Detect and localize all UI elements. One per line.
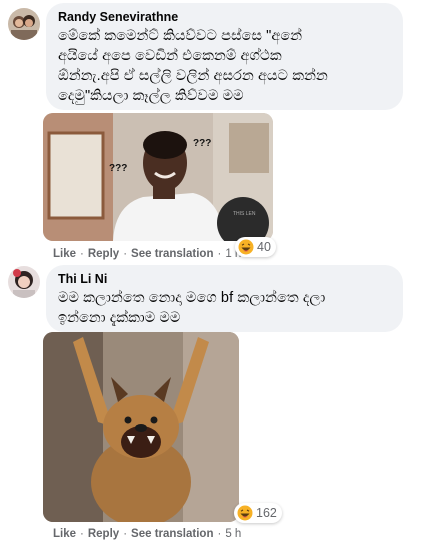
avatar[interactable] bbox=[8, 266, 40, 298]
comment-line: ඕන්නැ.අපි ඒ සල්ලි වලින් අසරන අයට කන්න bbox=[58, 68, 328, 84]
reply-link[interactable]: Reply bbox=[88, 248, 119, 260]
reaction-number: 162 bbox=[256, 506, 277, 520]
comment-image[interactable]: ??? ??? THIS LEN bbox=[43, 113, 273, 241]
comment-actions: Like · Reply · See translation · 5 h bbox=[53, 528, 242, 540]
comment-thi-li-ni: Thi Li Ni මම කලාන්තෙ නොදා මගෙ bf කලාන්තෙ… bbox=[0, 265, 433, 545]
comment-line: දෙමු"කියලා කෑල්ල කිව්වම මම bbox=[58, 88, 244, 104]
like-link[interactable]: Like bbox=[53, 248, 76, 260]
meme-image: ??? ??? THIS LEN bbox=[43, 113, 273, 241]
comment-author[interactable]: Randy Senevirathne bbox=[58, 9, 391, 25]
see-translation-link[interactable]: See translation bbox=[131, 248, 213, 260]
meme-question-marks: ??? bbox=[193, 138, 211, 149]
like-link[interactable]: Like bbox=[53, 528, 76, 540]
haha-emoji-icon bbox=[238, 239, 254, 255]
meme-question-marks: ??? bbox=[109, 163, 127, 174]
meme-watermark: THIS LEN bbox=[233, 211, 256, 217]
see-translation-link[interactable]: See translation bbox=[131, 528, 213, 540]
comment-author[interactable]: Thi Li Ni bbox=[58, 271, 391, 287]
comment-line: මම කලාන්තෙ නොදා මගෙ bf කලාන්තෙ දලා bbox=[58, 290, 326, 306]
comment-line: ඉන්නො දැක්කාම මම bbox=[58, 310, 181, 326]
comment-randy: Randy Senevirathne මේකේ කමෙන්ට් කියව්වට … bbox=[0, 0, 433, 265]
avatar-photo bbox=[8, 8, 40, 40]
reply-link[interactable]: Reply bbox=[88, 528, 119, 540]
comment-bubble: Randy Senevirathne මේකේ කමෙන්ට් කියව්වට … bbox=[46, 3, 403, 110]
comment-text: මම කලාන්තෙ නොදා මගෙ bf කලාන්තෙ දලා ඉන්නො… bbox=[58, 288, 391, 328]
comment-text: මේකේ කමෙන්ට් කියව්වට පස්සෙ "අනේ අයියේ අප… bbox=[58, 26, 391, 106]
reaction-count[interactable]: 162 bbox=[234, 503, 282, 523]
reaction-number: 40 bbox=[257, 240, 271, 254]
haha-emoji-icon bbox=[237, 505, 253, 521]
comment-actions: Like · Reply · See translation · 1 h bbox=[53, 248, 242, 260]
reaction-count[interactable]: 40 bbox=[235, 237, 276, 257]
comment-bubble: Thi Li Ni මම කලාන්තෙ නොදා මගෙ bf කලාන්තෙ… bbox=[46, 265, 403, 332]
avatar-photo bbox=[8, 266, 40, 298]
comment-line: මේකේ කමෙන්ට් කියව්වට පස්සෙ "අනේ bbox=[58, 28, 303, 44]
comment-line: අයියේ අපෙ වෙඩින් එකෙනම් අග්ථක bbox=[58, 48, 282, 64]
meme-image bbox=[43, 332, 239, 522]
avatar[interactable] bbox=[8, 8, 40, 40]
comment-timestamp[interactable]: 5 h bbox=[225, 528, 241, 540]
comment-image[interactable] bbox=[43, 332, 239, 522]
